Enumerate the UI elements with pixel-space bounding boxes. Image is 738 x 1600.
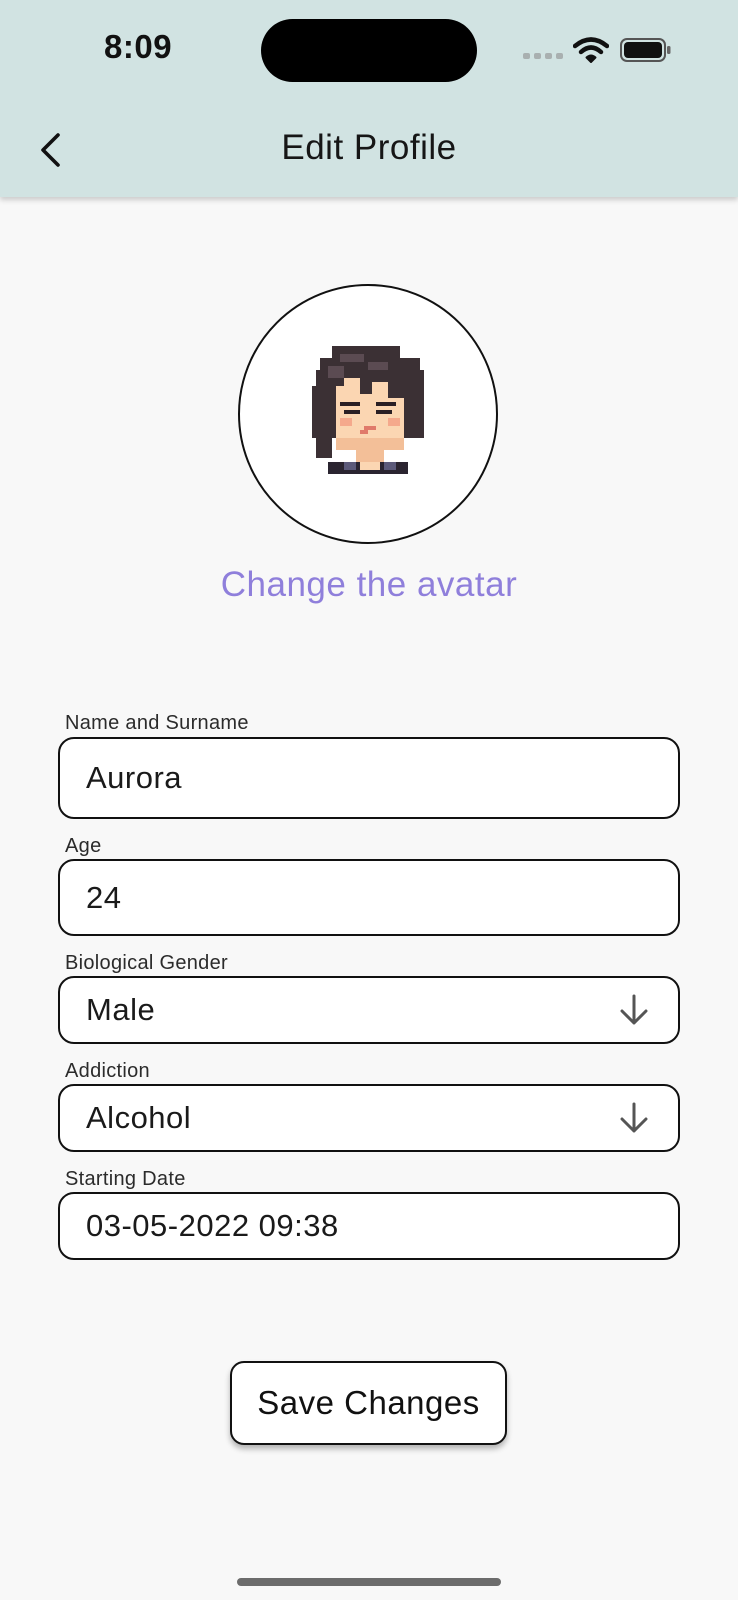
addiction-value: Alcohol xyxy=(86,1100,192,1135)
arrow-down-icon xyxy=(618,993,650,1027)
addiction-select[interactable]: Alcohol xyxy=(58,1084,680,1152)
save-changes-button[interactable]: Save Changes xyxy=(230,1361,507,1445)
app-bar: 8:09 Edit Profile xyxy=(0,0,738,197)
starting-date-value: 03-05-2022 09:38 xyxy=(86,1208,339,1243)
wifi-icon xyxy=(573,37,609,63)
dynamic-island xyxy=(261,19,477,82)
starting-date-field[interactable]: 03-05-2022 09:38 xyxy=(58,1192,680,1260)
edit-profile-screen: 8:09 Edit Profile Change the avatar Name… xyxy=(0,0,738,1600)
page-title: Edit Profile xyxy=(281,128,457,167)
name-label: Name and Surname xyxy=(65,712,249,734)
avatar[interactable] xyxy=(238,284,498,544)
age-label: Age xyxy=(65,835,102,857)
age-value: 24 xyxy=(86,879,122,915)
gender-select[interactable]: Male xyxy=(58,976,680,1044)
home-indicator[interactable] xyxy=(237,1578,501,1586)
gender-label: Biological Gender xyxy=(65,952,228,974)
starting-date-label: Starting Date xyxy=(65,1168,186,1190)
pixel-character-avatar-icon xyxy=(312,346,424,474)
name-value: Aurora xyxy=(86,760,183,795)
name-field[interactable]: Aurora xyxy=(58,737,680,819)
addiction-label: Addiction xyxy=(65,1060,150,1082)
cellular-signal-icon xyxy=(523,53,563,61)
battery-icon xyxy=(620,38,671,62)
arrow-down-icon xyxy=(618,1101,650,1135)
status-time: 8:09 xyxy=(104,28,173,65)
change-avatar-link[interactable]: Change the avatar xyxy=(0,565,738,605)
age-field[interactable]: 24 xyxy=(58,859,680,936)
gender-value: Male xyxy=(86,992,156,1027)
